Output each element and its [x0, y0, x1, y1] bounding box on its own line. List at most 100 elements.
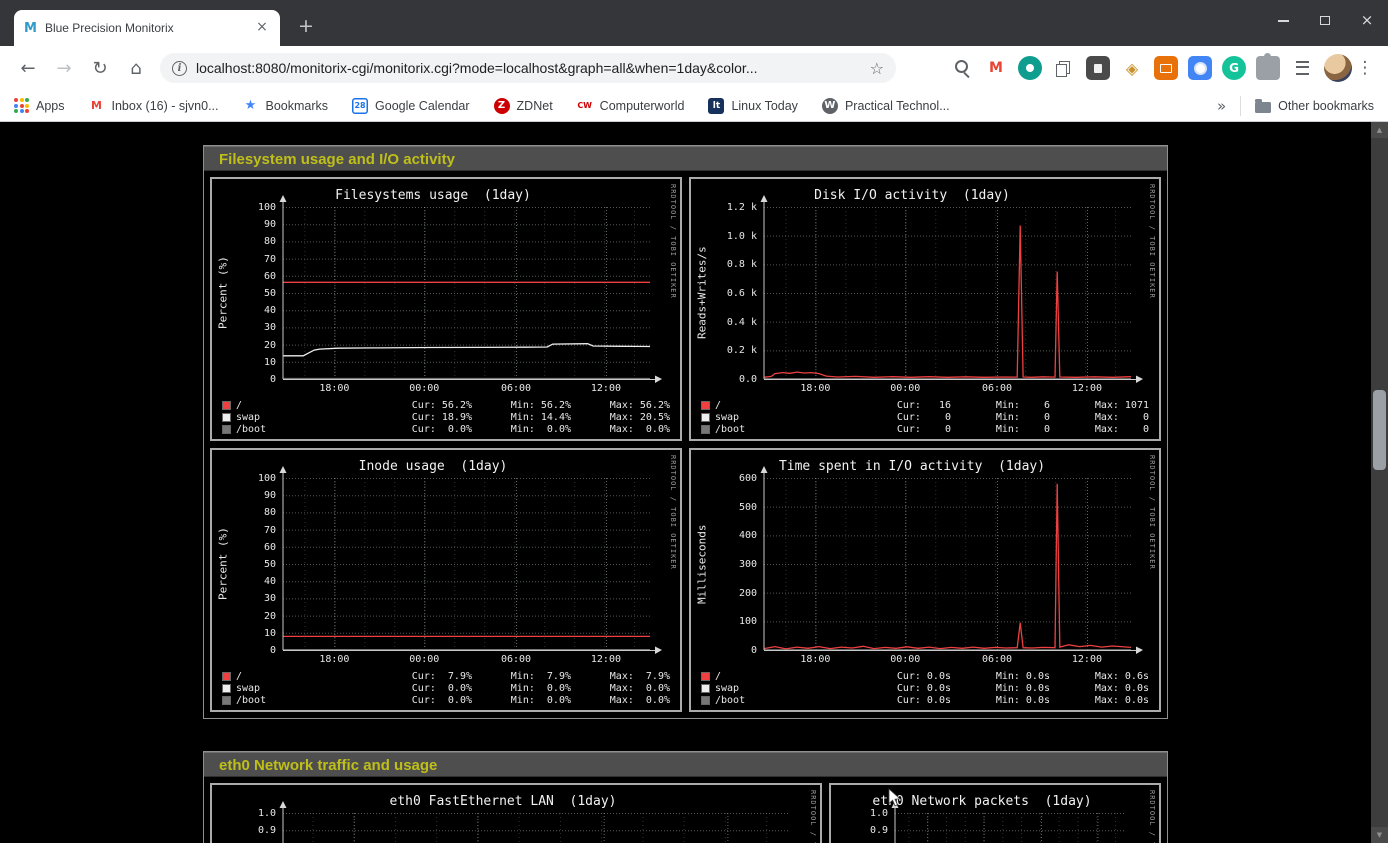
y-tick-label: 60	[212, 271, 276, 282]
x-tick-label: 18:00	[795, 654, 835, 665]
address-bar[interactable]: i localhost:8080/monitorix-cgi/monitorix…	[160, 53, 896, 83]
bookmark-label: Bookmarks	[266, 99, 329, 113]
graph-frame-time-io[interactable]: Time spent in I/O activity (1day)Millise…	[689, 448, 1161, 712]
scrollbar-thumb[interactable]	[1373, 390, 1386, 470]
plot-area	[759, 198, 1146, 386]
monitorix-favicon: M	[24, 21, 37, 36]
graph-frame-inode-usage[interactable]: Inode usage (1day)Percent (%)RRDTOOL / T…	[210, 448, 682, 712]
plot-area	[278, 804, 803, 843]
bookmark-item[interactable]: WPractical Technol...	[822, 98, 950, 114]
legend-cur: Cur: 0.0s	[852, 671, 951, 682]
y-tick-label: 1.0	[212, 808, 276, 819]
camera-icon[interactable]	[1188, 56, 1212, 80]
y-tick-label: 10	[212, 628, 276, 639]
y-tick-label: 0	[691, 645, 757, 656]
graph-frame-disk-io[interactable]: Disk I/O activity (1day)Reads+Writes/sRR…	[689, 177, 1161, 441]
x-tick-label: 00:00	[404, 654, 444, 665]
reading-list-icon[interactable]	[1290, 56, 1314, 80]
monitorix-page: Filesystem usage and I/O activity Filesy…	[203, 145, 1168, 843]
legend-max: Max: 0.6s	[1050, 671, 1149, 682]
tab-close-icon[interactable]: ×	[254, 20, 270, 36]
keep-icon[interactable]	[1086, 56, 1110, 80]
y-tick-label: 0.9	[212, 825, 276, 836]
rrdtool-watermark: RRDTOOL / TOBI OETIKER	[1148, 184, 1156, 299]
close-button[interactable]: ×	[1358, 11, 1376, 29]
y-tick-label: 10	[212, 357, 276, 368]
bookmark-label: Google Calendar	[375, 99, 470, 113]
reload-button[interactable]: ↻	[82, 51, 118, 85]
apps-shortcut[interactable]: Apps	[14, 98, 65, 113]
home-button[interactable]: ⌂	[118, 51, 154, 85]
legend-cur: Cur: 0.0%	[373, 424, 472, 435]
y-tick-label: 100	[212, 202, 276, 213]
legend-max: Max: 7.9%	[571, 671, 670, 682]
legend-series-name: /	[715, 400, 852, 411]
hangouts-icon[interactable]	[1018, 56, 1042, 80]
profile-avatar[interactable]	[1324, 54, 1352, 82]
y-tick-label: 0.4 k	[691, 317, 757, 328]
forward-button[interactable]: →	[46, 51, 82, 85]
grammarly-icon[interactable]: G	[1222, 56, 1246, 80]
legend-max: Max: 0.0%	[571, 695, 670, 706]
chart-filesystems-usage: Filesystems usage (1day)Percent (%)RRDTO…	[212, 179, 680, 439]
legend-min: Min: 0.0s	[951, 683, 1050, 694]
other-bookmarks[interactable]: Other bookmarks	[1255, 99, 1374, 113]
x-tick-label: 06:00	[496, 383, 536, 394]
bookmark-item[interactable]: ltLinux Today	[708, 98, 798, 114]
search-icon[interactable]	[950, 56, 974, 80]
chart-time-spent-io: Time spent in I/O activity (1day)Millise…	[691, 450, 1159, 710]
copy-icon[interactable]	[1052, 56, 1076, 80]
scrollbar[interactable]: ▲ ▼	[1371, 122, 1388, 843]
series-/	[764, 484, 1131, 649]
plot-area	[759, 469, 1146, 657]
legend-color-box	[222, 413, 231, 422]
puzzle-icon[interactable]	[1256, 56, 1280, 80]
graph-frame-filesystems-usage[interactable]: Filesystems usage (1day)Percent (%)RRDTO…	[210, 177, 682, 441]
graph-frame-eth0-packets[interactable]: eth0 Network packets (1day)Packets/sRRDT…	[829, 783, 1161, 843]
bookmark-item[interactable]: 28Google Calendar	[352, 98, 470, 114]
gmail-icon[interactable]: M	[984, 56, 1008, 80]
bookmark-item[interactable]: MInbox (16) - sjvn0...	[89, 98, 219, 114]
y-tick-label: 400	[691, 530, 757, 541]
y-tick-label: 1.0	[831, 808, 888, 819]
legend-series-name: /boot	[715, 695, 852, 706]
scroll-down-icon[interactable]: ▼	[1371, 827, 1388, 843]
wordpress-icon: W	[822, 98, 838, 114]
new-tab-button[interactable]: +	[294, 15, 318, 39]
site-info-icon[interactable]: i	[172, 61, 187, 76]
maximize-button[interactable]	[1316, 11, 1334, 29]
back-button[interactable]: ←	[10, 51, 46, 85]
bookmarks-right: » Other bookmarks	[1217, 96, 1374, 116]
bookmark-item[interactable]: CWComputerworld	[577, 98, 685, 114]
bookmark-item[interactable]: ZZDNet	[494, 98, 553, 114]
legend-series-name: /boot	[236, 424, 373, 435]
scroll-up-icon[interactable]: ▲	[1371, 122, 1388, 138]
legend-cur: Cur: 18.9%	[373, 412, 472, 423]
window-controls: ×	[1274, 0, 1376, 40]
bookmarks-bar: Apps MInbox (16) - sjvn0... ★Bookmarks 28G…	[0, 90, 1388, 122]
bookmark-item[interactable]: ★Bookmarks	[243, 98, 329, 114]
minimize-button[interactable]	[1274, 11, 1292, 29]
plot-area	[890, 804, 1140, 843]
browser-tab[interactable]: M Blue Precision Monitorix ×	[14, 10, 280, 46]
chart-legend: /Cur: 56.2%Min: 56.2%Max: 56.2%swapCur: …	[222, 399, 670, 435]
rrdtool-watermark: RRDTOOL / TOBI OETIKER	[1148, 790, 1156, 843]
legend-max: Max: 0.0s	[1050, 683, 1149, 694]
legend-row: /bootCur: 0Min: 0Max: 0	[701, 423, 1149, 435]
browser-menu-icon[interactable]: ⋮	[1352, 58, 1378, 78]
bookmarks-overflow-icon[interactable]: »	[1217, 97, 1226, 115]
chart-legend: /Cur: 0.0sMin: 0.0sMax: 0.6sswapCur: 0.0…	[701, 670, 1149, 706]
section-header: eth0 Network traffic and usage	[204, 752, 1167, 777]
screenshot-icon[interactable]	[1154, 56, 1178, 80]
chart-inode-usage: Inode usage (1day)Percent (%)RRDTOOL / T…	[212, 450, 680, 710]
graph-frame-eth0-lan[interactable]: eth0 FastEthernet LAN (1day)RRDTOOL / TO…	[210, 783, 822, 843]
layers-icon[interactable]: ◈	[1120, 56, 1144, 80]
legend-color-box	[701, 413, 710, 422]
x-tick-label: 00:00	[885, 383, 925, 394]
url-text[interactable]: localhost:8080/monitorix-cgi/monitorix.c…	[196, 60, 861, 76]
apps-label: Apps	[36, 99, 65, 113]
legend-cur: Cur: 0.0s	[852, 695, 951, 706]
bookmark-star-icon[interactable]: ☆	[870, 59, 884, 78]
browser-toolbar: ← → ↻ ⌂ i localhost:8080/monitorix-cgi/m…	[0, 46, 1388, 90]
bookmarks-divider	[1240, 96, 1241, 116]
